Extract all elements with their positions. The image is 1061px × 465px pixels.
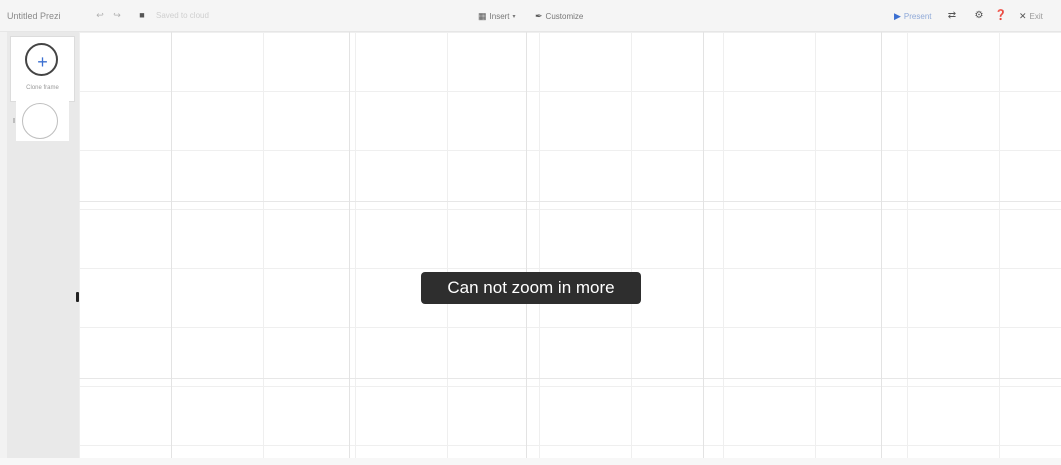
zoom-limit-toast: Can not zoom in more — [421, 272, 641, 304]
exit-button[interactable]: ✕ Exit — [1019, 8, 1043, 24]
redo-icon[interactable]: ↪ — [111, 9, 123, 21]
editor-canvas[interactable]: Can not zoom in more — [76, 32, 1061, 458]
circle-frame-shape — [22, 103, 58, 139]
gear-icon[interactable]: ⚙ — [973, 9, 985, 21]
share-icon[interactable]: ⇄ — [946, 9, 958, 21]
canvas-grid-line — [79, 378, 1061, 379]
canvas-grid-line — [703, 32, 704, 458]
bottom-strip — [0, 458, 1061, 465]
exit-label: Exit — [1029, 11, 1043, 21]
canvas-grid-line — [79, 201, 1061, 202]
undo-icon[interactable]: ↩ — [94, 9, 106, 21]
plus-icon: + — [37, 52, 48, 72]
play-icon: ▶ — [894, 10, 901, 21]
insert-icon: ▦ — [478, 10, 487, 21]
sidebar-resize-handle[interactable] — [76, 292, 79, 302]
canvas-grid-line — [881, 32, 882, 458]
frame-thumbnail-overview[interactable]: + Clone frame — [10, 36, 75, 102]
canvas-grid-line — [349, 32, 350, 458]
customize-button[interactable]: ✒ Customize — [535, 8, 583, 24]
insert-button[interactable]: ▦ Insert ▾ — [478, 8, 516, 24]
document-title[interactable]: Untitled Prezi — [7, 11, 61, 21]
save-status: Saved to cloud — [156, 11, 209, 20]
brush-icon: ✒ — [535, 10, 543, 21]
save-icon[interactable]: ■ — [136, 9, 148, 21]
customize-label: Customize — [545, 11, 584, 21]
frame-thumbnail-1[interactable] — [13, 101, 69, 141]
help-icon[interactable]: ❓ — [995, 9, 1007, 21]
canvas-grid-line — [526, 32, 527, 458]
insert-label: Insert — [489, 11, 510, 21]
top-toolbar: Untitled Prezi ↩ ↪ ■ Saved to cloud ▦ In… — [0, 0, 1061, 32]
frame-thumbnail-label: Clone frame — [26, 85, 59, 91]
canvas-grid-line — [171, 32, 172, 458]
prezi-editor: Untitled Prezi ↩ ↪ ■ Saved to cloud ▦ In… — [0, 0, 1061, 465]
close-icon: ✕ — [1019, 10, 1027, 21]
frame-marker — [13, 118, 15, 123]
present-label: Present — [903, 11, 932, 21]
chevron-down-icon: ▾ — [512, 13, 516, 20]
frame-sidebar: + Clone frame — [7, 32, 79, 458]
present-button[interactable]: ▶ Present — [894, 8, 932, 24]
